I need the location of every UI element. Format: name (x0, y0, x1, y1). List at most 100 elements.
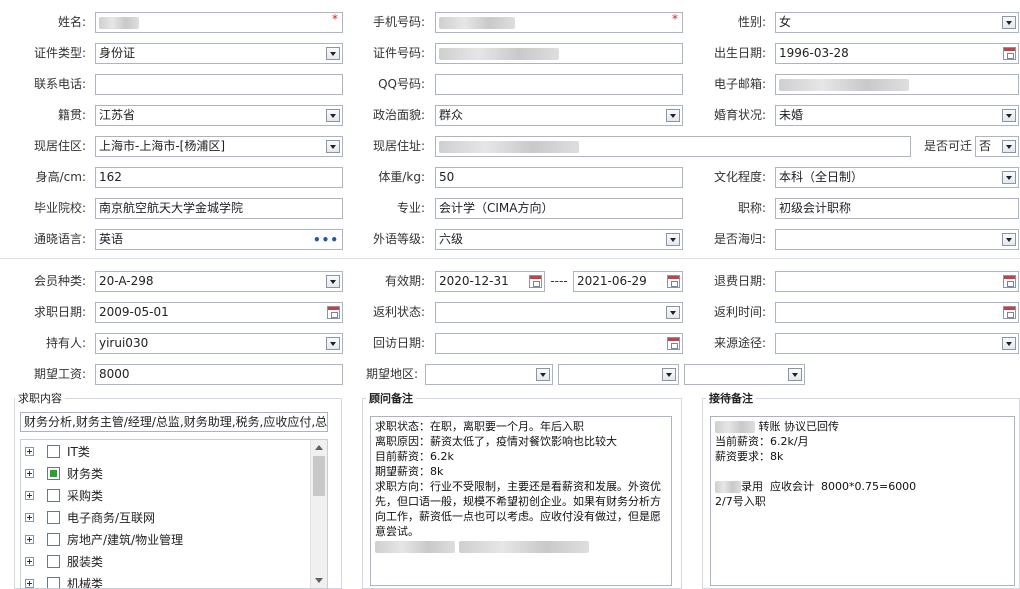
expand-icon[interactable] (25, 535, 34, 544)
relocatable-select[interactable]: 否 (975, 136, 1019, 157)
row-holder: 持有人: yirui030 回访日期: 来源途径: (0, 328, 1020, 359)
checkbox[interactable] (47, 489, 60, 502)
checkbox[interactable] (47, 467, 60, 480)
id-number-label: 证件号码: (372, 46, 425, 60)
more-icon[interactable]: ••• (313, 231, 339, 249)
chevron-down-icon[interactable] (326, 109, 340, 122)
qq-field[interactable] (435, 74, 683, 95)
chevron-down-icon[interactable] (1002, 16, 1016, 29)
current-region-label: 现居住区: (33, 139, 86, 153)
gender-select[interactable]: 女 (775, 12, 1019, 33)
row-contact: 联系电话: QQ号码: 电子邮箱: (0, 69, 1020, 100)
chevron-down-icon[interactable] (788, 368, 802, 381)
mobile-label: 手机号码: (372, 15, 425, 29)
checkbox[interactable] (47, 577, 60, 588)
expected-salary-field[interactable]: 8000 (95, 364, 343, 385)
birthdate-field[interactable]: 1996-03-28 (775, 43, 1019, 64)
advisor-note-line: 期望薪资：8k (375, 465, 444, 478)
refund-date-field[interactable] (775, 271, 1019, 292)
member-type-select[interactable]: 20-A-298 (95, 271, 343, 292)
height-field[interactable]: 162 (95, 167, 343, 188)
id-type-select[interactable]: 身份证 (95, 43, 343, 64)
calendar-icon[interactable] (1003, 275, 1016, 288)
chevron-down-icon[interactable] (326, 47, 340, 60)
chevron-down-icon[interactable] (326, 275, 340, 288)
chevron-down-icon[interactable] (666, 233, 680, 246)
native-place-select[interactable]: 江苏省 (95, 105, 343, 126)
calendar-icon[interactable] (529, 275, 542, 288)
email-field[interactable] (775, 74, 1019, 95)
foreign-level-select[interactable]: 六级 (435, 229, 683, 250)
weight-field[interactable]: 50 (435, 167, 683, 188)
holder-label: 持有人: (45, 336, 86, 350)
row-id: 证件类型: 身份证 证件号码: 出生日期: 1996-03-28 (0, 38, 1020, 69)
chevron-down-icon[interactable] (662, 368, 676, 381)
job-date-label: 求职日期: (33, 305, 86, 319)
expected-area-city-select[interactable] (558, 364, 679, 385)
tree-scrollbar[interactable] (310, 440, 327, 588)
mobile-field[interactable] (435, 12, 683, 33)
chevron-down-icon[interactable] (536, 368, 550, 381)
expand-icon[interactable] (25, 513, 34, 522)
calendar-icon[interactable] (1003, 47, 1016, 60)
expand-icon[interactable] (25, 557, 34, 566)
name-field[interactable] (95, 12, 343, 33)
advisor-notes-textarea[interactable]: 求职状态：在职，离职要一个月。年后入职 离职原因：薪资太低了，疫情对餐饮影响也比… (370, 416, 672, 586)
visit-date-field[interactable] (435, 333, 683, 354)
chevron-down-icon[interactable] (326, 140, 340, 153)
overseas-select[interactable] (775, 229, 1019, 250)
scroll-up-icon[interactable] (315, 445, 323, 450)
rebate-status-select[interactable] (435, 302, 683, 323)
scroll-thumb[interactable] (313, 456, 325, 496)
marital-status-select[interactable]: 未婚 (775, 105, 1019, 126)
title-field[interactable]: 初级会计职称 (775, 198, 1019, 219)
job-content-summary[interactable]: 财务分析,财务主管/经理/总监,财务助理,税务,应收应付,总帐 (20, 412, 328, 432)
relocatable-label: 是否可迁 (923, 139, 972, 153)
source-select[interactable] (775, 333, 1019, 354)
job-date-field[interactable]: 2009-05-01 (95, 302, 343, 323)
checkbox[interactable] (47, 511, 60, 524)
chevron-down-icon[interactable] (666, 306, 680, 319)
expand-icon[interactable] (25, 491, 34, 500)
scroll-down-icon[interactable] (315, 578, 323, 583)
expand-icon[interactable] (25, 469, 34, 478)
chevron-down-icon[interactable] (1002, 171, 1016, 184)
chevron-down-icon[interactable] (1002, 109, 1016, 122)
calendar-icon[interactable] (327, 306, 340, 319)
expected-area-district-select[interactable] (684, 364, 805, 385)
major-field[interactable]: 会计学（CIMA方向） (435, 198, 683, 219)
chevron-down-icon[interactable] (666, 109, 680, 122)
checkbox[interactable] (47, 445, 60, 458)
school-field[interactable]: 南京航空航天大学金城学院 (95, 198, 343, 219)
validity-from-field[interactable]: 2020-12-31 (435, 271, 545, 292)
current-region-select[interactable]: 上海市-上海市-[杨浦区] (95, 136, 343, 157)
major-label: 专业: (396, 201, 425, 215)
reception-note-line (715, 464, 1010, 479)
chevron-down-icon[interactable] (1002, 233, 1016, 246)
language-field[interactable]: 英语 ••• (95, 229, 343, 250)
source-label: 来源途径: (713, 336, 766, 350)
validity-to-field[interactable]: 2021-06-29 (573, 271, 683, 292)
checkbox[interactable] (47, 555, 60, 568)
expected-salary-label: 期望工资: (33, 367, 86, 381)
holder-select[interactable]: yirui030 (95, 333, 343, 354)
rebate-time-label: 返利时间: (713, 305, 766, 319)
expand-icon[interactable] (25, 579, 34, 588)
phone-field[interactable] (95, 74, 343, 95)
rebate-time-field[interactable] (775, 302, 1019, 323)
calendar-icon[interactable] (667, 337, 680, 350)
id-number-field[interactable] (435, 43, 683, 64)
checkbox[interactable] (47, 533, 60, 546)
calendar-icon[interactable] (667, 275, 680, 288)
chevron-down-icon[interactable] (1002, 337, 1016, 350)
education-select[interactable]: 本科（全日制） (775, 167, 1019, 188)
row-school: 毕业院校: 南京航空航天大学金城学院 专业: 会计学（CIMA方向） 职称: 初… (0, 193, 1020, 224)
expected-area-province-select[interactable] (425, 364, 553, 385)
chevron-down-icon[interactable] (326, 337, 340, 350)
political-status-select[interactable]: 群众 (435, 105, 683, 126)
calendar-icon[interactable] (1003, 306, 1016, 319)
reception-notes-textarea[interactable]: 转账 协议已回传 当前薪资：6.2k/月 薪资要求：8k 录用 应收会计 800… (710, 416, 1015, 586)
current-address-field[interactable] (435, 136, 911, 157)
chevron-down-icon[interactable] (1002, 140, 1016, 153)
expand-icon[interactable] (25, 447, 34, 456)
